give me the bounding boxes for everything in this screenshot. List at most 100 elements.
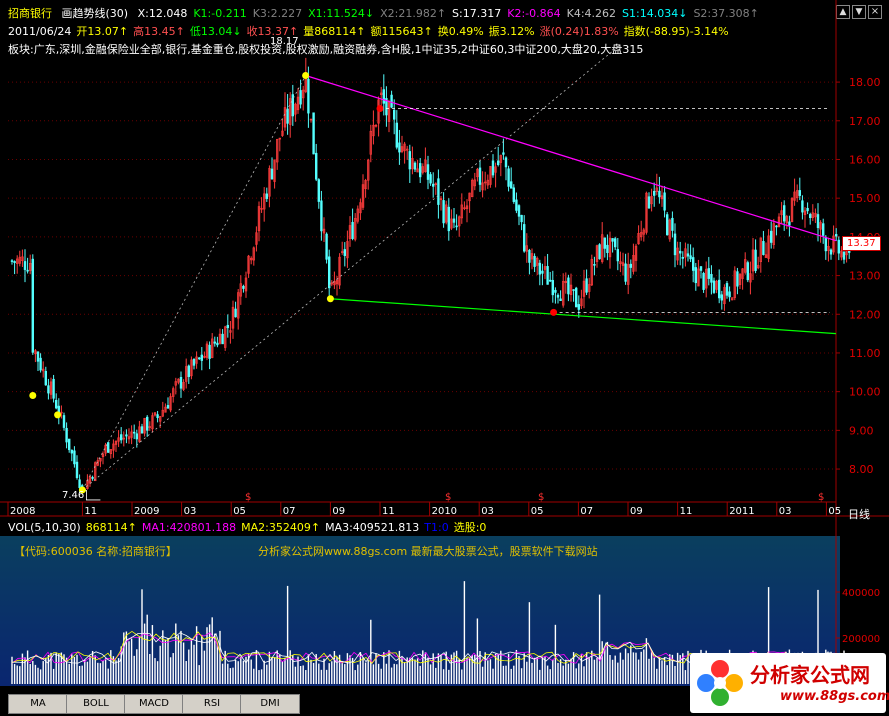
candle-body: [567, 277, 570, 295]
candle-body: [314, 152, 318, 180]
candle-body: [75, 461, 79, 478]
time-tick-label: 03: [779, 506, 792, 517]
tab-macd[interactable]: MACD: [124, 694, 184, 714]
pivot-marker-1: [54, 411, 62, 419]
candle-body: [603, 237, 607, 249]
candle-body: [135, 433, 138, 440]
pivot-marker-6: [550, 308, 558, 316]
time-tick-label: 09: [630, 506, 643, 517]
candle-body: [437, 178, 440, 205]
candle-body: [234, 308, 237, 318]
candle-body: [691, 257, 695, 271]
tab-boll[interactable]: BOLL: [66, 694, 126, 714]
candle-body: [829, 249, 833, 255]
candle-body: [694, 267, 698, 284]
candle-body: [717, 279, 721, 299]
candle-body: [574, 287, 578, 308]
candle-body: [509, 181, 513, 189]
candle-body: [538, 262, 542, 275]
candle-body: [736, 271, 739, 287]
candle-body: [788, 221, 791, 226]
time-tick-label: 2010: [432, 506, 457, 517]
candle-body: [725, 283, 729, 296]
trendline-up-dashed: [82, 75, 306, 491]
time-tick-label: 09: [332, 506, 345, 517]
candle-body: [624, 263, 627, 282]
candle-body: [678, 250, 682, 254]
volume_header-1: 868114↑: [85, 521, 137, 534]
candle-body: [611, 238, 614, 242]
time-tick-label: 11: [680, 506, 693, 517]
pivot-marker-4: [326, 295, 334, 303]
tab-dmi[interactable]: DMI: [240, 694, 300, 714]
candle-body: [559, 298, 562, 302]
candle-body: [746, 262, 750, 281]
candle-body: [62, 415, 66, 428]
candle-body: [125, 434, 128, 437]
candle-body: [520, 214, 523, 223]
candle-body: [798, 190, 802, 196]
candle-body: [455, 225, 458, 228]
candle-body: [613, 238, 617, 248]
candle-body: [577, 304, 581, 310]
candle-body: [528, 249, 531, 263]
tab-ma[interactable]: MA: [8, 694, 68, 714]
candle-body: [413, 162, 417, 170]
candle-body: [47, 385, 50, 394]
candle-body: [395, 122, 398, 148]
candle-body: [73, 450, 76, 465]
candle-body: [343, 249, 346, 256]
candle-body: [546, 266, 549, 285]
candle-body: [307, 78, 310, 114]
event-marker: $: [245, 492, 251, 503]
candle-body: [221, 333, 224, 345]
candle-body: [689, 255, 692, 260]
volume_header-0: VOL(5,10,30): [8, 521, 81, 534]
candle-body: [452, 218, 456, 223]
candle-body: [699, 266, 703, 271]
candle-body: [398, 142, 401, 153]
time-tick-label: 07: [580, 506, 593, 517]
candle-body: [702, 272, 705, 290]
candle-body: [107, 442, 110, 453]
volume_header-3: MA2:352409↑: [241, 521, 321, 534]
candle-body: [133, 431, 136, 434]
price-tick-label: 12.00: [849, 308, 881, 321]
candle-body: [390, 94, 393, 108]
candle-body: [140, 426, 144, 434]
candle-body: [156, 414, 159, 419]
volume-tick-label: 200000: [842, 634, 880, 645]
time-tick-label: 03: [481, 506, 494, 517]
candle-body: [821, 223, 825, 236]
candle-body: [68, 438, 71, 451]
candle-body: [54, 399, 58, 409]
logo-title: 分析家公式网: [750, 663, 870, 687]
pivot-marker-5: [376, 105, 384, 113]
period-label[interactable]: 日线: [848, 506, 870, 522]
time-tick-label: 07: [283, 506, 296, 517]
candle-body: [585, 278, 588, 293]
candle-body: [629, 263, 633, 268]
candle-body: [801, 200, 804, 213]
candle-body: [65, 427, 68, 443]
candle-body: [447, 206, 450, 232]
tab-rsi[interactable]: RSI: [182, 694, 242, 714]
candle-body: [673, 233, 677, 256]
current-price-tag: 13.37: [842, 236, 881, 251]
price-tick-label: 17.00: [849, 115, 881, 128]
pivot-marker-0: [29, 392, 37, 400]
support-trendline: [330, 298, 837, 335]
high-price-label: 18.17: [270, 36, 299, 47]
price-tick-label: 15.00: [849, 192, 881, 205]
candle-body: [658, 190, 661, 198]
price-chart: 8.009.0010.0011.0012.0013.0014.0015.0016…: [0, 0, 889, 690]
candle-body: [166, 405, 170, 409]
candle-body: [671, 217, 674, 231]
candle-body: [312, 112, 315, 155]
low-price-label: 7.46: [62, 490, 85, 501]
candle-body: [208, 344, 211, 359]
candle-body: [200, 354, 203, 361]
candle-body: [837, 239, 841, 254]
pivot-marker-3: [302, 72, 310, 80]
candle-body: [502, 152, 505, 155]
